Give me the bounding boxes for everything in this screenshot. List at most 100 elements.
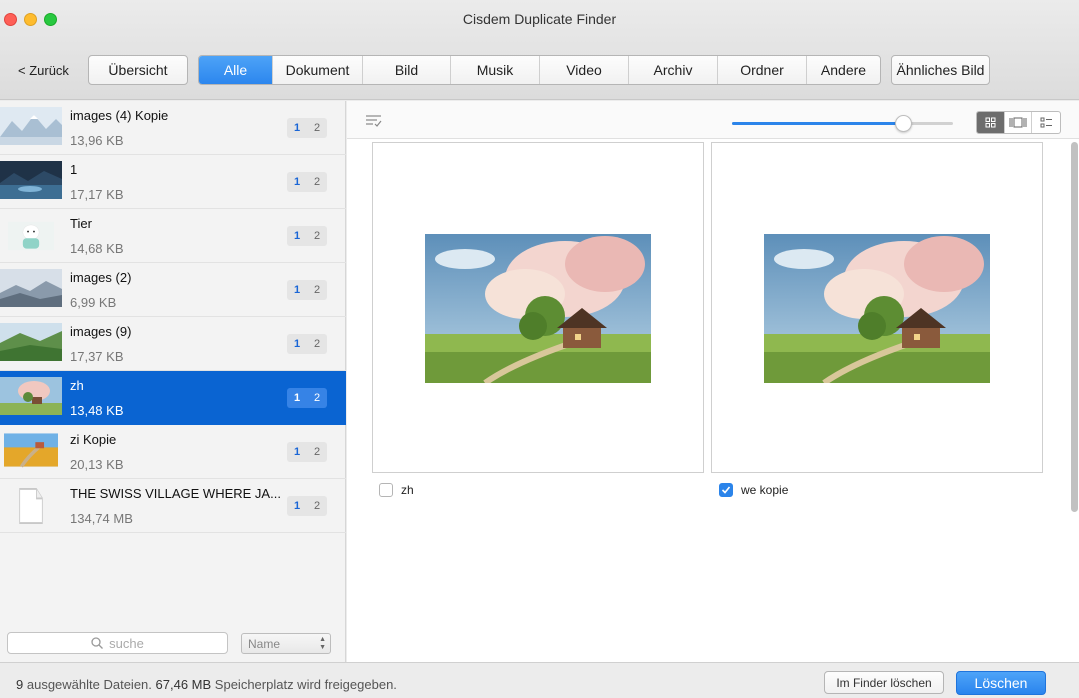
list-item[interactable]: images (9) 17,37 KB 12 — [0, 317, 346, 371]
badge-first: 1 — [293, 392, 301, 404]
auto-select-icon[interactable] — [365, 114, 382, 127]
badge-second: 2 — [313, 500, 321, 512]
preview-card[interactable] — [372, 142, 704, 473]
duplicate-count-badge: 12 — [287, 496, 327, 516]
list-item-size: 17,17 KB — [70, 187, 124, 202]
list-item-size: 6,99 KB — [70, 295, 117, 310]
list-item-name: 1 — [70, 162, 78, 177]
sort-select-value: Name — [248, 636, 281, 651]
back-link[interactable]: < Zurück — [18, 63, 69, 78]
selected-count: 9 — [16, 677, 24, 692]
duplicate-count-badge: 12 — [287, 118, 327, 138]
filmstrip-view-icon — [1009, 117, 1027, 128]
list-view-button[interactable] — [1032, 112, 1060, 133]
list-item-size: 20,13 KB — [70, 457, 124, 472]
selection-summary: 9 ausgewählte Dateien. 67,46 MB Speicher… — [16, 677, 397, 692]
file-name-label: we kopie — [741, 483, 789, 497]
list-item[interactable]: zi Kopie 20,13 KB 12 — [0, 425, 346, 479]
thumbnail-image — [8, 221, 54, 251]
filmstrip-view-button[interactable] — [1005, 112, 1033, 133]
selected-count-suffix: ausgewählte Dateien. — [26, 677, 152, 692]
document-icon — [19, 488, 43, 524]
thumbnail-image — [4, 433, 58, 468]
file-select-row: we kopie — [719, 483, 788, 497]
zoom-slider-fill — [732, 122, 905, 125]
badge-second: 2 — [313, 122, 321, 134]
preview-area: zh we kopie — [347, 101, 1079, 662]
zoom-slider[interactable] — [732, 115, 953, 132]
checkmark-icon — [721, 486, 731, 494]
tab-archive[interactable]: Archiv — [629, 56, 718, 84]
delete-in-finder-button[interactable]: Im Finder löschen — [824, 671, 944, 694]
list-item[interactable]: 1 17,17 KB 12 — [0, 155, 346, 209]
grid-view-icon — [985, 117, 996, 128]
tab-document[interactable]: Dokument — [273, 56, 363, 84]
list-item-name: images (9) — [70, 324, 132, 339]
badge-second: 2 — [313, 284, 321, 296]
preview-card[interactable] — [711, 142, 1043, 473]
duplicate-count-badge: 12 — [287, 442, 327, 462]
badge-second: 2 — [313, 392, 321, 404]
overview-button[interactable]: Übersicht — [88, 55, 188, 85]
list-item-selected[interactable]: zh 13,48 KB 12 — [0, 371, 346, 425]
list-item-size: 13,48 KB — [70, 403, 124, 418]
status-bar: 9 ausgewählte Dateien. 67,46 MB Speicher… — [0, 662, 1079, 698]
list-item-name: zi Kopie — [70, 432, 117, 447]
duplicate-count-badge: 12 — [287, 388, 327, 408]
vertical-scrollbar[interactable] — [1071, 142, 1078, 512]
grid-view-button[interactable] — [977, 112, 1005, 133]
tab-music[interactable]: Musik — [451, 56, 540, 84]
badge-second: 2 — [313, 176, 321, 188]
list-item[interactable]: Tier 14,68 KB 12 — [0, 209, 346, 263]
file-checkbox[interactable] — [719, 483, 733, 497]
preview-image — [764, 234, 990, 383]
similar-image-button[interactable]: Ähnliches Bild — [891, 55, 990, 85]
tab-all[interactable]: Alle — [199, 56, 273, 84]
list-item-name: Tier — [70, 216, 92, 231]
list-item[interactable]: images (2) 6,99 KB 12 — [0, 263, 346, 317]
duplicate-count-badge: 12 — [287, 280, 327, 300]
freed-size-suffix: Speicherplatz wird freigegeben. — [214, 677, 397, 692]
search-input[interactable]: suche — [7, 632, 228, 654]
freed-size: 67,46 MB — [155, 677, 212, 692]
zoom-slider-knob[interactable] — [895, 115, 913, 132]
badge-second: 2 — [313, 230, 321, 242]
list-item-size: 134,74 MB — [70, 511, 133, 526]
duplicate-count-badge: 12 — [287, 172, 327, 192]
tab-other[interactable]: Andere — [807, 56, 880, 84]
list-item-size: 14,68 KB — [70, 241, 124, 256]
preview-image — [425, 234, 651, 383]
delete-button[interactable]: Löschen — [956, 671, 1046, 695]
file-name-label: zh — [401, 483, 414, 497]
duplicate-count-badge: 12 — [287, 334, 327, 354]
sort-select[interactable]: Name ▲ ▼ — [241, 633, 331, 654]
list-item-name: images (2) — [70, 270, 132, 285]
list-item-size: 13,96 KB — [70, 133, 124, 148]
list-item-name: zh — [70, 378, 84, 393]
view-mode-switch — [976, 111, 1061, 134]
list-item-name: images (4) Kopie — [70, 108, 169, 123]
tab-image[interactable]: Bild — [363, 56, 451, 84]
badge-first: 1 — [293, 176, 301, 188]
duplicate-count-badge: 12 — [287, 226, 327, 246]
list-item-size: 17,37 KB — [70, 349, 124, 364]
badge-second: 2 — [313, 338, 321, 350]
tab-folder[interactable]: Ordner — [718, 56, 807, 84]
badge-first: 1 — [293, 500, 301, 512]
badge-second: 2 — [313, 446, 321, 458]
list-item-name: THE SWISS VILLAGE WHERE JA... — [70, 486, 281, 501]
list-item[interactable]: THE SWISS VILLAGE WHERE JA... 134,74 MB … — [0, 479, 346, 533]
duplicate-group-list: images (4) Kopie 13,96 KB 12 1 17,17 KB … — [0, 101, 346, 662]
tab-video[interactable]: Video — [540, 56, 629, 84]
up-down-arrow-icon: ▲ ▼ — [319, 636, 326, 651]
badge-first: 1 — [293, 446, 301, 458]
thumbnail-image — [0, 323, 62, 361]
file-checkbox[interactable] — [379, 483, 393, 497]
thumbnail-image — [0, 269, 62, 307]
badge-first: 1 — [293, 230, 301, 242]
list-item[interactable]: images (4) Kopie 13,96 KB 12 — [0, 101, 346, 155]
thumbnail-image — [0, 377, 62, 415]
thumbnail-image — [0, 107, 62, 145]
badge-first: 1 — [293, 284, 301, 296]
file-select-row: zh — [379, 483, 414, 497]
